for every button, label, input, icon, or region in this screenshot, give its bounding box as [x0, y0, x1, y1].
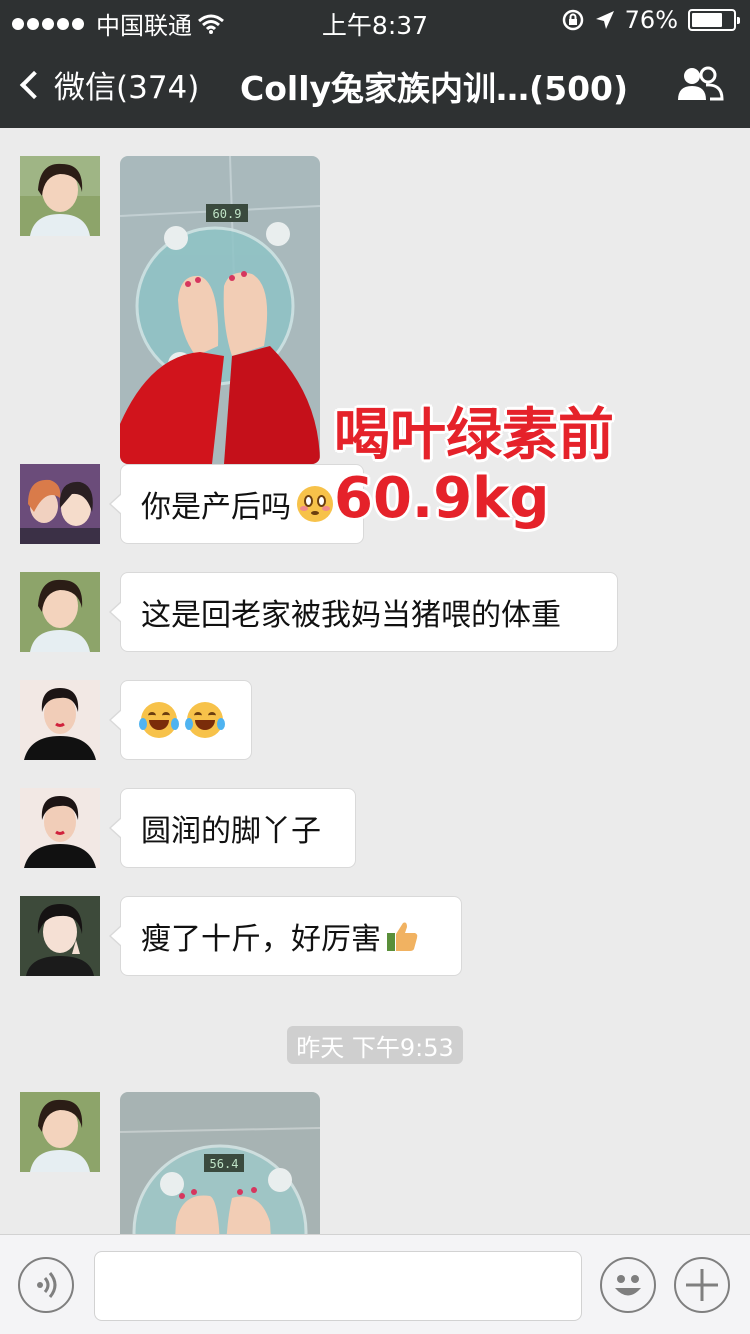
message-text: 瘦了十斤，好厉害: [141, 922, 381, 957]
message-text: 这是回老家被我妈当猪喂的体重: [141, 598, 561, 633]
laughing-tears-icon: [139, 702, 179, 738]
back-label: 微信(374): [54, 70, 200, 106]
avatar-member-b[interactable]: [20, 464, 100, 544]
scale-reading-before: 60.9: [213, 207, 242, 221]
message-text: 圆润的脚丫子: [141, 814, 321, 849]
input-bar: [0, 1234, 750, 1334]
battery-fill: [692, 13, 723, 27]
avatar-member-a[interactable]: [20, 572, 100, 652]
smiley-icon: [615, 1275, 641, 1296]
message-bubble[interactable]: 你是产后吗: [109, 464, 364, 544]
voice-button[interactable]: [18, 1257, 74, 1313]
flushed-face-icon: [297, 486, 333, 522]
timestamp-divider: 昨天 下午9:53: [287, 1026, 463, 1064]
chat-area[interactable]: 60.9 你是产后吗 这是回老家被我妈当猪喂的体重 圆润的脚丫子 瘦了十斤，好厉…: [0, 128, 750, 1234]
message-input[interactable]: [94, 1251, 582, 1321]
group-members-icon[interactable]: [676, 66, 724, 102]
avatar-member-a[interactable]: [20, 1092, 100, 1172]
message-bubble[interactable]: [109, 680, 252, 760]
thumbs-up-icon: [387, 922, 418, 951]
status-bar: 中国联通 上午8:37 76%: [0, 0, 750, 40]
location-arrow-icon: [595, 11, 614, 29]
status-right: 76%: [561, 6, 740, 34]
rotation-lock-icon: [562, 9, 583, 31]
nav-bar: 微信(374) Colly兔家族内训…(500): [0, 40, 750, 128]
battery-icon: [688, 9, 740, 31]
battery-percent: 76%: [624, 6, 678, 34]
laughing-tears-icon: [185, 702, 225, 738]
top-bar: 中国联通 上午8:37 76% 微信(374) Colly兔家族内训…(500): [0, 0, 750, 128]
more-button[interactable]: [674, 1257, 730, 1313]
message-text: 你是产后吗: [141, 490, 291, 525]
chevron-left-icon: [19, 70, 49, 99]
voice-icon: [37, 1272, 57, 1298]
message-bubble[interactable]: 这是回老家被我妈当猪喂的体重: [109, 572, 618, 652]
avatar-member-c[interactable]: [20, 788, 100, 868]
scale-reading-after: 56.4: [210, 1157, 239, 1171]
message-bubble[interactable]: 圆润的脚丫子: [109, 788, 356, 868]
avatar-member-c[interactable]: [20, 680, 100, 760]
chat-title: Colly兔家族内训…(500): [240, 69, 629, 108]
emoji-button[interactable]: [600, 1257, 656, 1313]
avatar-member-a[interactable]: [20, 156, 100, 236]
overlay-weight-label: 60.9kg: [334, 466, 550, 531]
message-image-scale-before[interactable]: 60.9: [120, 156, 320, 464]
avatar-member-d[interactable]: [20, 896, 100, 976]
overlay-before-label: 喝叶绿素前: [334, 403, 614, 468]
back-button[interactable]: 微信(374): [18, 62, 199, 107]
message-image-scale-after[interactable]: 56.4: [120, 1092, 320, 1234]
message-bubble[interactable]: 瘦了十斤，好厉害: [109, 896, 462, 976]
plus-icon: [686, 1269, 718, 1301]
